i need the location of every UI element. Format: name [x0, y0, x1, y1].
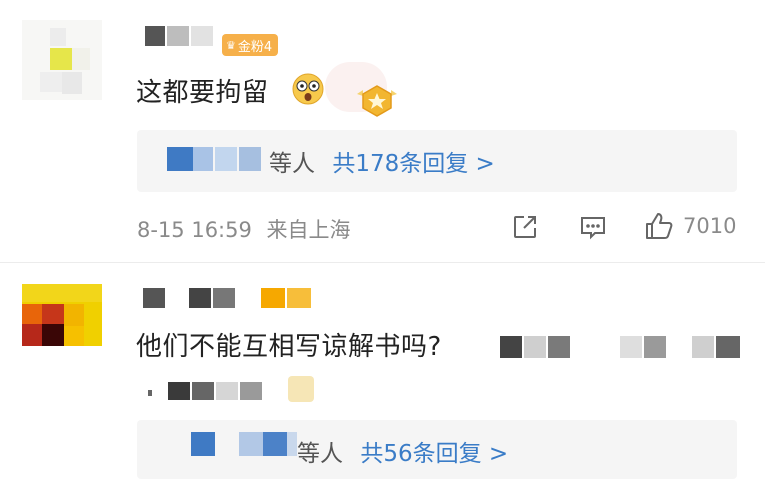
replier-avatars-blurred [167, 147, 193, 171]
comment-text: 他们不能互相写谅解书吗? [136, 326, 442, 363]
reply-others-label: 等人 [269, 151, 315, 177]
comment-text-content: 这都要拘留 [136, 78, 269, 108]
comment-icon[interactable] [578, 212, 608, 242]
comment-text-content: 他们不能互相写谅解书吗? [136, 332, 442, 362]
avatar[interactable] [22, 20, 102, 100]
reply-others-label: 等人 [297, 441, 343, 467]
like-count: 7010 [683, 214, 737, 238]
share-icon[interactable] [510, 212, 540, 242]
shocked-face-emoji-icon [291, 72, 325, 106]
timestamp: 8-15 16:59 [137, 218, 252, 242]
view-replies-link[interactable]: 共178条回复 > [332, 151, 494, 177]
username-blurred[interactable] [143, 286, 323, 308]
avatar[interactable] [22, 284, 102, 364]
badge-label: 金粉4 [237, 39, 273, 55]
blurred-content [148, 376, 328, 402]
crown-icon: ♛ [226, 38, 236, 52]
star-badge-icon [355, 82, 399, 118]
comment-text: 这都要拘留 [136, 72, 269, 109]
like-button[interactable]: 7010 [643, 210, 743, 244]
blurred-content [500, 334, 750, 360]
replier-avatars-blurred [191, 432, 215, 456]
reply-summary[interactable]: 等人 共178条回复 > [137, 130, 737, 192]
reply-summary[interactable]: 等人 共56条回复 > [137, 420, 737, 479]
location: 来自上海 [266, 218, 351, 242]
divider [0, 262, 765, 263]
like-icon [643, 210, 675, 246]
comment-meta: 8-15 16:59 来自上海 [137, 214, 351, 244]
view-replies-link[interactable]: 共56条回复 > [360, 441, 508, 467]
fan-badge[interactable]: ♛ 金粉4 [222, 34, 279, 56]
